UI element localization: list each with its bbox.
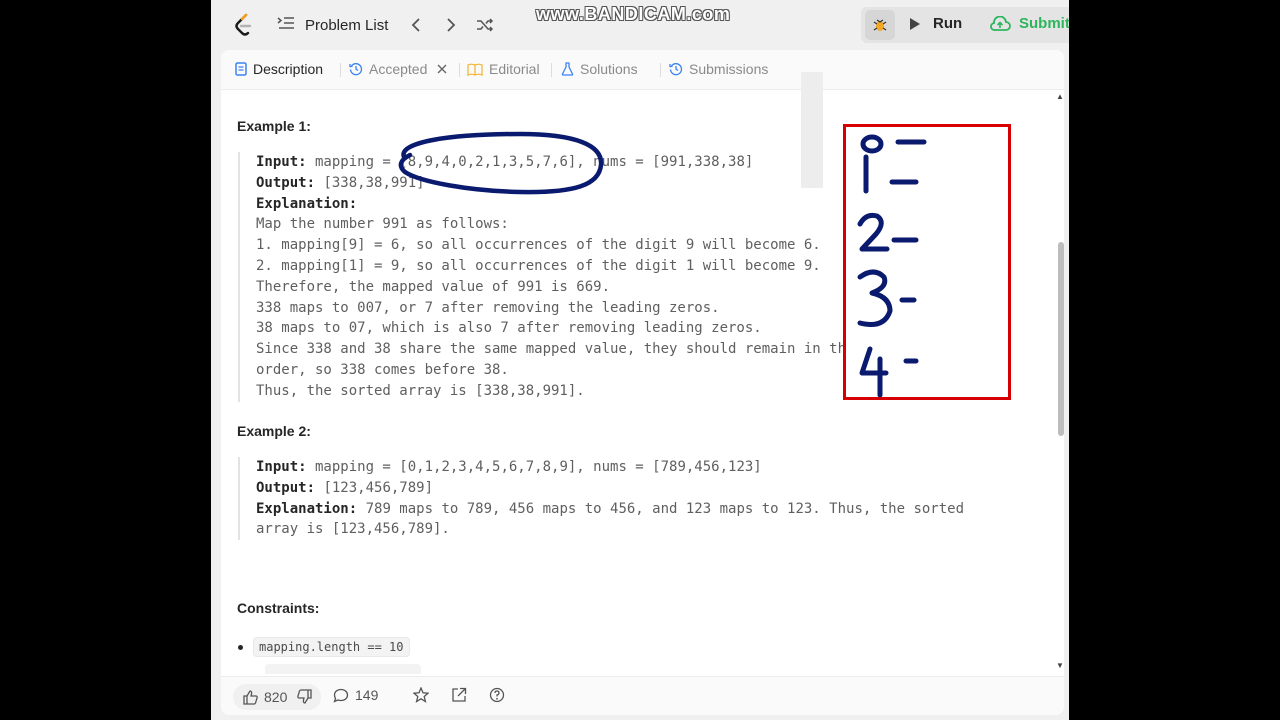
book-icon [467,63,483,76]
comments-button[interactable]: 149 [333,687,378,703]
chevron-right-icon [447,18,456,32]
tab-submissions-label: Submissions [689,61,769,77]
tab-solutions[interactable]: Solutions [561,61,638,77]
example-2-title: Example 2: [237,423,311,439]
handwritten-notes-box [843,124,1011,400]
handwritten-digits-drawing [857,134,927,398]
tab-accepted[interactable]: Accepted [349,61,447,77]
example-1-title: Example 1: [237,118,311,134]
recording-watermark: www.BANDICAM.com [536,4,731,24]
leetcode-logo-icon[interactable] [233,13,255,37]
close-icon[interactable] [437,64,447,74]
tab-divider [551,63,552,77]
tab-solutions-label: Solutions [580,61,638,77]
flask-icon [561,62,574,76]
like-count: 820 [264,689,288,705]
scroll-up-arrow[interactable]: ▲ [1055,92,1064,101]
constraint-item-partial [265,664,421,674]
example-2-block: Input: mapping = [0,1,2,3,4,5,6,7,8,9], … [238,457,965,541]
constraint-item: mapping.length == 10 [238,637,410,657]
problem-list-button[interactable]: Problem List [277,13,388,37]
bullet [238,644,243,650]
shuffle-icon [477,18,494,32]
next-problem-button[interactable] [440,14,462,36]
constraints-title: Constraints: [237,600,320,616]
explanation-label: Explanation: [256,500,358,517]
output-label: Output: [256,479,316,496]
run-label: Run [933,15,963,32]
problem-list-label: Problem List [305,16,389,34]
favorite-button[interactable] [413,687,429,703]
comment-count: 149 [355,687,379,703]
thumbs-up-icon [243,689,258,705]
bottom-bar: 820 149 [221,676,1064,715]
tab-submissions[interactable]: Submissions [669,61,768,77]
submit-button[interactable]: Submit [989,15,1069,32]
output-value: [123,456,789] [315,479,434,496]
tab-divider [660,63,661,77]
tab-divider [459,63,460,77]
history-icon [349,63,363,76]
bug-icon [873,19,887,31]
tab-description-label: Description [253,61,324,77]
overlay-strip [801,72,823,188]
tab-bar: Description Accepted Editorial Solutions [221,50,1064,90]
tab-accepted-label: Accepted [369,61,428,77]
star-icon [413,687,429,703]
run-submit-group: Run Submit [861,7,1069,43]
random-problem-button[interactable] [474,14,496,36]
constraint-code: mapping.length == 10 [253,637,410,657]
help-button[interactable] [489,687,505,703]
input-label: Input: [256,459,307,475]
share-icon [452,687,467,702]
vote-group: 820 [233,684,321,710]
cloud-upload-icon [990,15,1011,31]
scrollbar-thumb[interactable] [1058,242,1064,436]
explanation-text: 789 maps to 789, 456 maps to 456, and 12… [357,500,965,517]
description-icon [235,62,247,76]
share-button[interactable] [451,687,467,703]
upvote-button[interactable]: 820 [243,689,287,705]
input-value: mapping = [0,1,2,3,4,5,6,7,8,9], nums = … [306,459,762,475]
explanation-label: Explanation: [256,195,358,212]
output-label: Output: [256,174,316,191]
tab-description[interactable]: Description [235,61,323,77]
prev-problem-button[interactable] [405,14,427,36]
comment-icon [333,688,349,703]
input-label: Input: [256,154,307,170]
help-icon [489,687,505,703]
chevron-left-icon [411,18,420,32]
submit-label: Submit [1019,15,1069,32]
list-icon [277,16,295,34]
downvote-button[interactable] [297,689,312,709]
run-button[interactable]: Run [909,15,962,32]
explanation-line: array is [123,456,789]. [256,521,450,538]
scroll-down-arrow[interactable]: ▼ [1055,661,1064,670]
tab-divider [340,63,341,77]
history-icon [669,63,683,76]
play-icon [910,17,920,30]
thumbs-down-icon [297,689,312,704]
input-value: mapping = [8,9,4,0,2,1,3,5,7,6], nums = … [306,154,754,170]
debug-button[interactable] [865,10,895,40]
tab-editorial-label: Editorial [489,61,540,77]
output-value: [338,38,991] [315,174,425,191]
top-bar: Problem List www.BANDICAM.com Run Submit [211,0,1069,50]
tab-editorial[interactable]: Editorial [467,61,540,77]
